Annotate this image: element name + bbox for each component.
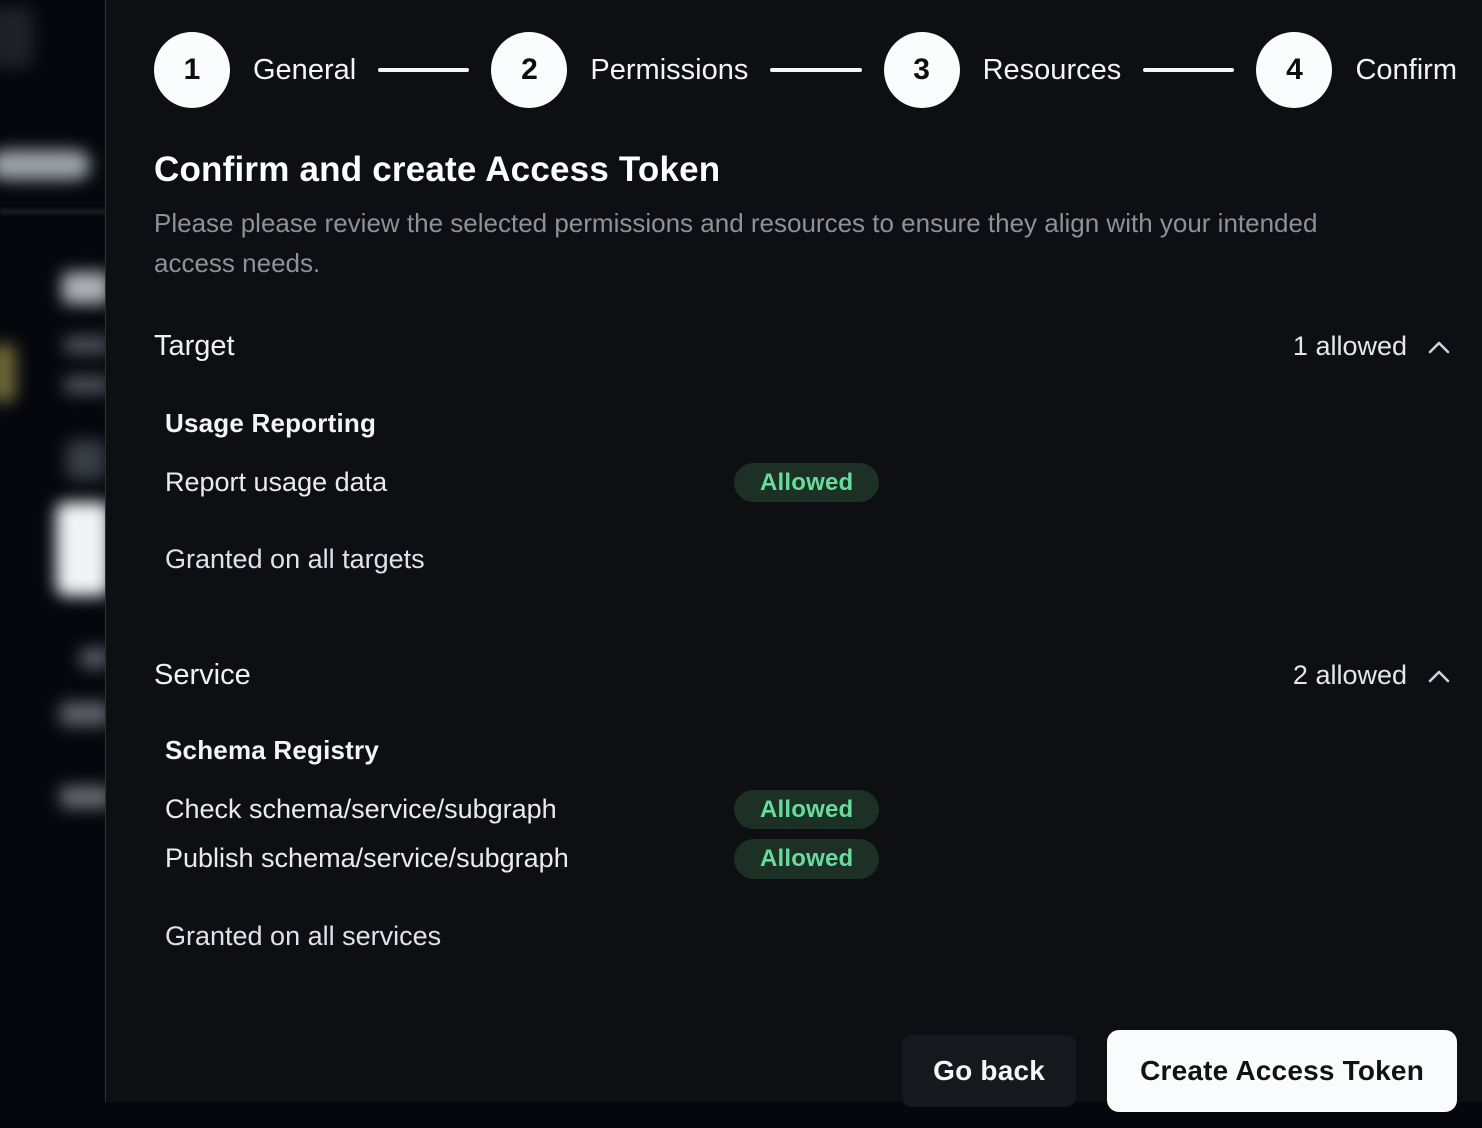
service-collapse-toggle[interactable]: 2 allowed — [1293, 660, 1457, 691]
allowed-count: 2 allowed — [1293, 660, 1407, 691]
blurred-divider — [0, 210, 106, 213]
blurred-text — [64, 376, 106, 394]
stepper-connector — [770, 68, 861, 72]
page-title: Confirm and create Access Token — [154, 150, 1457, 190]
section-title: Service — [154, 659, 251, 692]
permission-name: Publish schema/service/subgraph — [165, 843, 734, 874]
create-access-token-button[interactable]: Create Access Token — [1107, 1030, 1457, 1112]
step-label: Confirm — [1355, 54, 1457, 87]
stepper-connector — [378, 68, 469, 72]
step-resources[interactable]: 3 Resources — [884, 32, 1122, 108]
stepper-connector — [1143, 68, 1234, 72]
granted-note: Granted on all targets — [154, 544, 1457, 575]
permission-group-title: Usage Reporting — [165, 408, 1457, 439]
blurred-text — [64, 336, 106, 354]
permission-name: Report usage data — [165, 467, 734, 498]
blurred-accent-shape — [0, 344, 16, 402]
chevron-up-icon — [1427, 339, 1451, 355]
blurred-logo-tile — [0, 6, 34, 68]
permission-row: Check schema/service/subgraph Allowed — [165, 790, 1457, 829]
blurred-heading-text — [62, 272, 106, 304]
target-permissions-group: Usage Reporting Report usage data Allowe… — [154, 408, 1457, 502]
chevron-up-icon — [1427, 668, 1451, 684]
step-general[interactable]: 1 General — [154, 32, 356, 108]
background-app-blurred — [0, 0, 106, 1102]
status-badge: Allowed — [734, 839, 879, 878]
blurred-text — [60, 702, 106, 726]
page-description: Please please review the selected permis… — [154, 203, 1394, 283]
status-badge: Allowed — [734, 463, 879, 502]
permission-name: Check schema/service/subgraph — [165, 794, 734, 825]
status-badge: Allowed — [734, 790, 879, 829]
blurred-nav-text — [0, 150, 90, 180]
go-back-button[interactable]: Go back — [902, 1035, 1076, 1107]
step-number-circle: 4 — [1256, 32, 1332, 108]
step-number-circle: 2 — [491, 32, 567, 108]
step-label: Resources — [983, 54, 1122, 87]
blurred-text — [60, 786, 106, 808]
blurred-icon-tile — [66, 440, 106, 480]
allowed-count: 1 allowed — [1293, 331, 1407, 362]
create-access-token-modal: 1 General 2 Permissions 3 Resources 4 Co… — [105, 0, 1482, 1102]
step-confirm[interactable]: 4 Confirm — [1256, 32, 1457, 108]
section-title: Target — [154, 330, 235, 363]
step-permissions[interactable]: 2 Permissions — [491, 32, 748, 108]
step-number-circle: 1 — [154, 32, 230, 108]
blurred-white-card — [56, 502, 106, 596]
wizard-stepper: 1 General 2 Permissions 3 Resources 4 Co… — [154, 32, 1457, 108]
target-collapse-toggle[interactable]: 1 allowed — [1293, 331, 1457, 362]
modal-footer: Go back Create Access Token — [154, 997, 1457, 1128]
step-number-circle: 3 — [884, 32, 960, 108]
step-label: Permissions — [590, 54, 748, 87]
section-header-service: Service 2 allowed — [154, 659, 1457, 692]
permission-row: Publish schema/service/subgraph Allowed — [165, 839, 1457, 878]
granted-note: Granted on all services — [154, 921, 1457, 952]
permission-group-title: Schema Registry — [165, 735, 1457, 766]
step-label: General — [253, 54, 356, 87]
section-header-target: Target 1 allowed — [154, 330, 1457, 363]
blurred-text — [80, 648, 106, 668]
service-permissions-group: Schema Registry Check schema/service/sub… — [154, 735, 1457, 878]
permission-row: Report usage data Allowed — [165, 463, 1457, 502]
